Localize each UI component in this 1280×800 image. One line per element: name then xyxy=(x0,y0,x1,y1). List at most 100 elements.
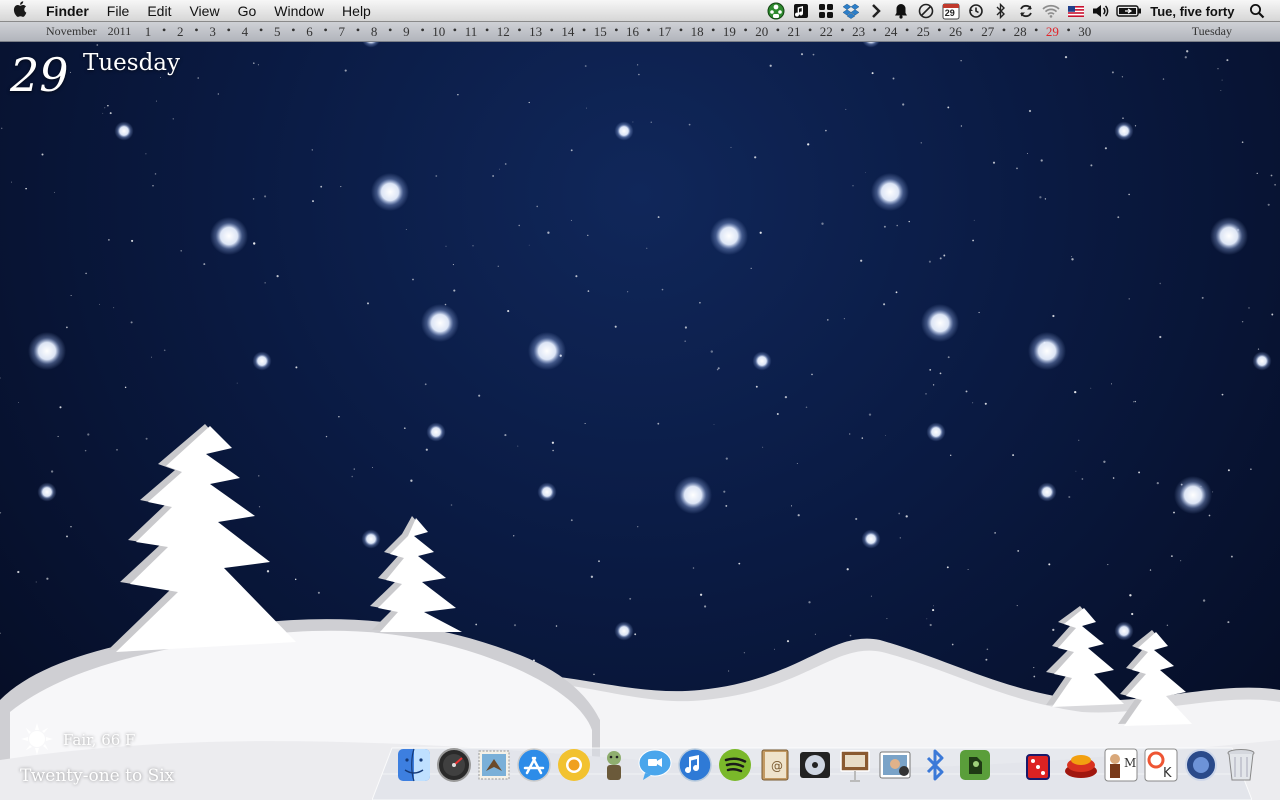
volume-icon[interactable] xyxy=(1090,0,1112,22)
dock-keynote[interactable] xyxy=(836,744,874,786)
star xyxy=(338,415,340,418)
calendar-day[interactable]: 4 xyxy=(242,24,249,40)
calendar-day[interactable]: 18 xyxy=(691,24,704,40)
calendar-day[interactable]: 14 xyxy=(561,24,574,40)
star xyxy=(1159,335,1162,339)
star xyxy=(513,624,517,627)
dropbox-icon[interactable] xyxy=(840,0,862,22)
dock-spotify[interactable] xyxy=(716,744,754,786)
dock-mail-stamp[interactable] xyxy=(475,744,513,786)
calendar-icon[interactable]: 29 xyxy=(940,0,962,22)
calendar-day[interactable]: 24 xyxy=(884,24,897,40)
time-machine-icon[interactable] xyxy=(965,0,987,22)
star xyxy=(66,326,68,329)
dock-messages[interactable] xyxy=(636,744,674,786)
calendar-day[interactable]: 30 xyxy=(1078,24,1091,40)
calendar-day[interactable]: 10 xyxy=(432,24,445,40)
calendar-day[interactable]: 23 xyxy=(852,24,865,40)
us-flag-icon[interactable] xyxy=(1065,0,1087,22)
dock-dashboard[interactable] xyxy=(435,744,473,786)
menu-edit[interactable]: Edit xyxy=(138,0,180,22)
calendar-day[interactable]: 20 xyxy=(755,24,768,40)
dock-evernote[interactable] xyxy=(956,744,994,786)
calendar-day[interactable]: 9 xyxy=(403,24,410,40)
star xyxy=(1170,555,1173,558)
calendar-day[interactable]: 8 xyxy=(371,24,378,40)
dock-dvd-player[interactable] xyxy=(796,744,834,786)
bluetooth-icon[interactable] xyxy=(990,0,1012,22)
dock-app-store[interactable] xyxy=(515,744,553,786)
star xyxy=(849,433,851,435)
calendar-day[interactable]: 3 xyxy=(209,24,216,40)
star xyxy=(929,623,932,627)
calendar-day[interactable]: 28 xyxy=(1014,24,1027,40)
menu-view[interactable]: View xyxy=(180,0,228,22)
bell-icon[interactable] xyxy=(890,0,912,22)
chevron-right-icon[interactable] xyxy=(865,0,887,22)
dock-downloads[interactable] xyxy=(1182,744,1220,786)
star xyxy=(575,275,578,278)
dock-man-m[interactable]: M xyxy=(1102,744,1140,786)
grid-icon[interactable] xyxy=(815,0,837,22)
star xyxy=(1064,55,1068,59)
calendar-day[interactable]: 7 xyxy=(339,24,346,40)
menubar-clock[interactable]: Tue, five forty xyxy=(1144,4,1244,19)
star xyxy=(266,570,270,573)
star xyxy=(435,175,438,177)
calendar-day[interactable]: 27 xyxy=(981,24,994,40)
apple-icon[interactable] xyxy=(0,0,40,21)
dock-pins-k[interactable]: K xyxy=(1142,744,1180,786)
svg-text:@: @ xyxy=(771,759,783,773)
dock-red-stack[interactable] xyxy=(1062,744,1100,786)
calendar-day[interactable]: 6 xyxy=(306,24,313,40)
menu-go[interactable]: Go xyxy=(229,0,266,22)
star xyxy=(725,457,728,460)
calendar-day[interactable]: 15 xyxy=(594,24,607,40)
menu-file[interactable]: File xyxy=(98,0,139,22)
wifi-icon[interactable] xyxy=(1040,0,1062,22)
calendar-day[interactable]: 19 xyxy=(723,24,736,40)
dock-address-book[interactable]: @ xyxy=(756,744,794,786)
calendar-day[interactable]: 21 xyxy=(788,24,801,40)
star xyxy=(116,449,118,451)
dock-zombie[interactable] xyxy=(595,744,633,786)
star xyxy=(424,383,427,386)
star xyxy=(692,567,695,569)
calendar-day[interactable]: 5 xyxy=(274,24,281,40)
calendar-day[interactable]: 12 xyxy=(497,24,510,40)
dock-chrome[interactable] xyxy=(555,744,593,786)
star xyxy=(570,149,573,152)
dock-trash[interactable] xyxy=(1222,744,1260,786)
no-entry-icon[interactable] xyxy=(915,0,937,22)
calendar-day[interactable]: 26 xyxy=(949,24,962,40)
calendar-day[interactable]: 29 xyxy=(1046,24,1059,40)
star xyxy=(805,406,808,408)
dock-itunes[interactable] xyxy=(676,744,714,786)
star xyxy=(811,373,813,376)
menu-help[interactable]: Help xyxy=(333,0,380,22)
red-stack-icon xyxy=(1064,755,1097,778)
star xyxy=(637,526,639,528)
dock-bluetooth[interactable] xyxy=(916,744,954,786)
calendar-day[interactable]: 17 xyxy=(658,24,671,40)
calendar-day[interactable]: 2 xyxy=(177,24,184,40)
dock-finder[interactable] xyxy=(395,744,433,786)
battery-icon[interactable] xyxy=(1115,0,1143,22)
calendar-day[interactable]: 25 xyxy=(917,24,930,40)
dock-photo-booth[interactable] xyxy=(876,744,914,786)
app-menu-finder[interactable]: Finder xyxy=(40,0,98,22)
search-icon[interactable] xyxy=(1246,0,1268,22)
calendar-day[interactable]: 16 xyxy=(626,24,639,40)
sync-icon[interactable] xyxy=(1015,0,1037,22)
menu-window[interactable]: Window xyxy=(265,0,333,22)
calendar-day[interactable]: 22 xyxy=(820,24,833,40)
note-icon[interactable] xyxy=(790,0,812,22)
calendar-day[interactable]: 11 xyxy=(465,24,478,40)
star xyxy=(145,153,147,155)
ladybug-icon[interactable] xyxy=(765,0,787,22)
calendar-day[interactable]: 1 xyxy=(145,24,152,40)
calendar-day[interactable]: 13 xyxy=(529,24,542,40)
star xyxy=(939,372,942,375)
dock-dice-game[interactable] xyxy=(1021,744,1059,786)
star xyxy=(657,216,660,219)
